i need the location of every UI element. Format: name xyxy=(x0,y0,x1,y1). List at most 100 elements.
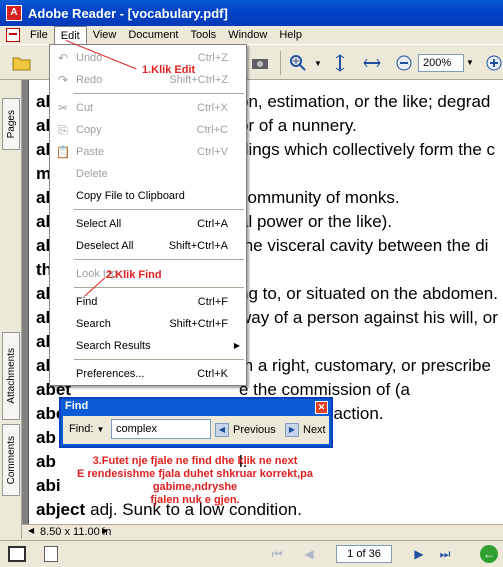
menu-item-shortcut: Shift+Ctrl+F xyxy=(169,318,228,330)
bottom-toolbar: ⏮ ◀ 1 of 36 ▶ ⏭ ← xyxy=(0,540,503,567)
next-page-icon[interactable]: ▶ xyxy=(410,545,428,563)
annotation-step2: 2.Klik Find xyxy=(106,269,162,281)
menu-item-label: Cut xyxy=(76,102,94,114)
tab-attachments[interactable]: Attachments xyxy=(2,332,20,420)
find-options-button[interactable]: Find: ▼ xyxy=(69,423,104,435)
menu-view[interactable]: View xyxy=(87,26,123,44)
scroll-right-icon[interactable]: ▶ xyxy=(102,526,108,535)
first-page-icon[interactable]: ⏮ xyxy=(268,545,286,563)
chevron-down-icon[interactable]: ▼ xyxy=(306,51,330,75)
next-arrow-icon: ▶ xyxy=(285,423,299,438)
menu-item-shortcut: Ctrl+F xyxy=(197,296,228,308)
find-next-label: Next xyxy=(303,424,326,436)
menu-item-shortcut: Ctrl+V xyxy=(197,146,228,158)
menu-item-label: Search Results xyxy=(76,340,151,352)
menu-document[interactable]: Document xyxy=(122,26,184,44)
tab-pages[interactable]: Pages xyxy=(2,98,20,150)
find-next-button[interactable]: ▶ Next xyxy=(285,420,326,440)
tab-attachments-label: Attachments xyxy=(5,348,17,404)
document-line-text: ng to, or situated on the abdomen. xyxy=(239,284,498,303)
tab-comments[interactable]: Comments xyxy=(2,424,20,496)
zoom-out-icon[interactable] xyxy=(392,51,416,75)
menu-item-shortcut: Ctrl+K xyxy=(197,368,228,380)
menu-item-search[interactable]: Search Shift+Ctrl+F xyxy=(50,313,246,335)
find-label: Find: xyxy=(69,423,94,435)
menu-item-preferences[interactable]: Preferences... Ctrl+K xyxy=(50,363,246,385)
copy-icon: ⎘ xyxy=(58,123,68,137)
chevron-down-icon: ▼ xyxy=(96,425,105,434)
menu-help[interactable]: Help xyxy=(273,26,308,44)
menu-tools[interactable]: Tools xyxy=(185,26,223,44)
document-text-line: ab l. xyxy=(36,452,248,472)
page-number-input[interactable]: 1 of 36 xyxy=(336,545,392,563)
menu-separator xyxy=(74,287,244,288)
document-line-text: way of a person against his will, or xyxy=(239,308,498,327)
fit-width-icon[interactable] xyxy=(360,51,384,75)
go-back-icon[interactable]: ← xyxy=(480,545,498,563)
zoom-level-input[interactable]: 200% xyxy=(418,54,464,72)
menu-item-label: Copy File to Clipboard xyxy=(76,190,185,202)
menu-item-delete: Delete xyxy=(50,163,246,185)
menu-separator xyxy=(74,209,244,210)
window-title: Adobe Reader - [vocabulary.pdf] xyxy=(28,5,228,21)
menu-file[interactable]: File xyxy=(24,26,54,44)
menu-window[interactable]: Window xyxy=(222,26,273,44)
menu-separator xyxy=(74,359,244,360)
annotation-step3-line3: gabime,ndryshe xyxy=(152,481,238,493)
document-line-text: or of a nunnery. xyxy=(239,116,357,135)
document-line-text: community of monks. xyxy=(239,188,400,207)
menu-item-find[interactable]: Find Ctrl+F xyxy=(50,291,246,313)
document-text-line: abi xyxy=(36,476,61,496)
annotation-step3: 3.Futet nje fjale ne find dhe klik ne ne… xyxy=(60,455,330,507)
continuous-view-icon[interactable] xyxy=(44,546,58,562)
document-line-text: dings which collectively form the c xyxy=(239,140,496,159)
document-icon[interactable] xyxy=(6,28,20,42)
find-previous-button[interactable]: ◀ Previous xyxy=(215,420,276,440)
menu-item-label: Delete xyxy=(76,168,108,180)
document-line-text: al power or the like). xyxy=(239,212,393,231)
annotation-step3-line2: E rendesishme fjala duhet shkruar korrek… xyxy=(77,468,313,480)
annotation-step3-line1: 3.Futet nje fjale ne find dhe klik ne ne… xyxy=(92,455,298,467)
menu-item-search-results[interactable]: Search Results ▶ xyxy=(50,335,246,357)
menu-item-copy: ⎘ Copy Ctrl+C xyxy=(50,119,246,141)
zoom-in-icon[interactable] xyxy=(482,51,503,75)
title-bar: A Adobe Reader - [vocabulary.pdf] xyxy=(0,0,503,26)
annotation-step1: 1.Klik Edit xyxy=(142,64,196,76)
menu-item-shortcut: Ctrl+A xyxy=(197,218,228,230)
menu-item-label: Paste xyxy=(76,146,105,158)
paste-icon: 📋 xyxy=(55,145,71,159)
menu-item-shortcut: Ctrl+X xyxy=(197,102,228,114)
camera-icon[interactable] xyxy=(248,51,272,75)
open-folder-icon[interactable] xyxy=(10,51,34,75)
last-page-icon[interactable]: ⏭ xyxy=(436,545,454,563)
menu-separator xyxy=(74,259,244,260)
zoom-dropdown-icon[interactable]: ▼ xyxy=(466,54,476,72)
document-line-text: on, estimation, or the like; degrad xyxy=(239,92,491,111)
redo-icon: ↷ xyxy=(57,73,69,87)
find-dialog-title: Find xyxy=(65,400,89,412)
scroll-left-icon[interactable]: ◀ xyxy=(28,526,34,535)
menu-item-label: Select All xyxy=(76,218,122,230)
menu-item-deselect-all[interactable]: Deselect All Shift+Ctrl+A xyxy=(50,235,246,257)
page-size-label: 8.50 x 11.00 in xyxy=(40,526,112,538)
find-input[interactable]: complex xyxy=(111,419,211,439)
previous-page-icon[interactable]: ◀ xyxy=(300,545,318,563)
menu-item-cut: ✂ Cut Ctrl+X xyxy=(50,97,246,119)
close-icon[interactable]: ✕ xyxy=(315,401,328,414)
document-line-head: abi xyxy=(36,476,61,495)
toolbar-separator xyxy=(280,51,281,75)
menu-item-shortcut: Ctrl+Z xyxy=(197,52,228,64)
menu-item-copy-file-to-clipboard[interactable]: Copy File to Clipboard xyxy=(50,185,246,207)
tab-comments-label: Comments xyxy=(5,435,17,485)
single-page-view-icon[interactable] xyxy=(8,546,26,562)
annotation-step3-line4: fjalen nuk e gjen. xyxy=(150,494,240,506)
menu-item-label: Redo xyxy=(76,74,103,86)
find-dialog-body: Find: ▼ complex ◀ Previous ▶ Next xyxy=(63,416,329,444)
menu-item-label: Deselect All xyxy=(76,240,134,252)
document-status-bar: ◀ 8.50 x 11.00 in ▶ xyxy=(22,524,503,539)
adobe-reader-icon: A xyxy=(6,5,22,21)
document-line-text: m a right, customary, or prescribe xyxy=(239,356,491,375)
fit-height-icon[interactable] xyxy=(328,51,352,75)
menu-item-select-all[interactable]: Select All Ctrl+A xyxy=(50,213,246,235)
document-line-head: ab xyxy=(36,452,56,471)
